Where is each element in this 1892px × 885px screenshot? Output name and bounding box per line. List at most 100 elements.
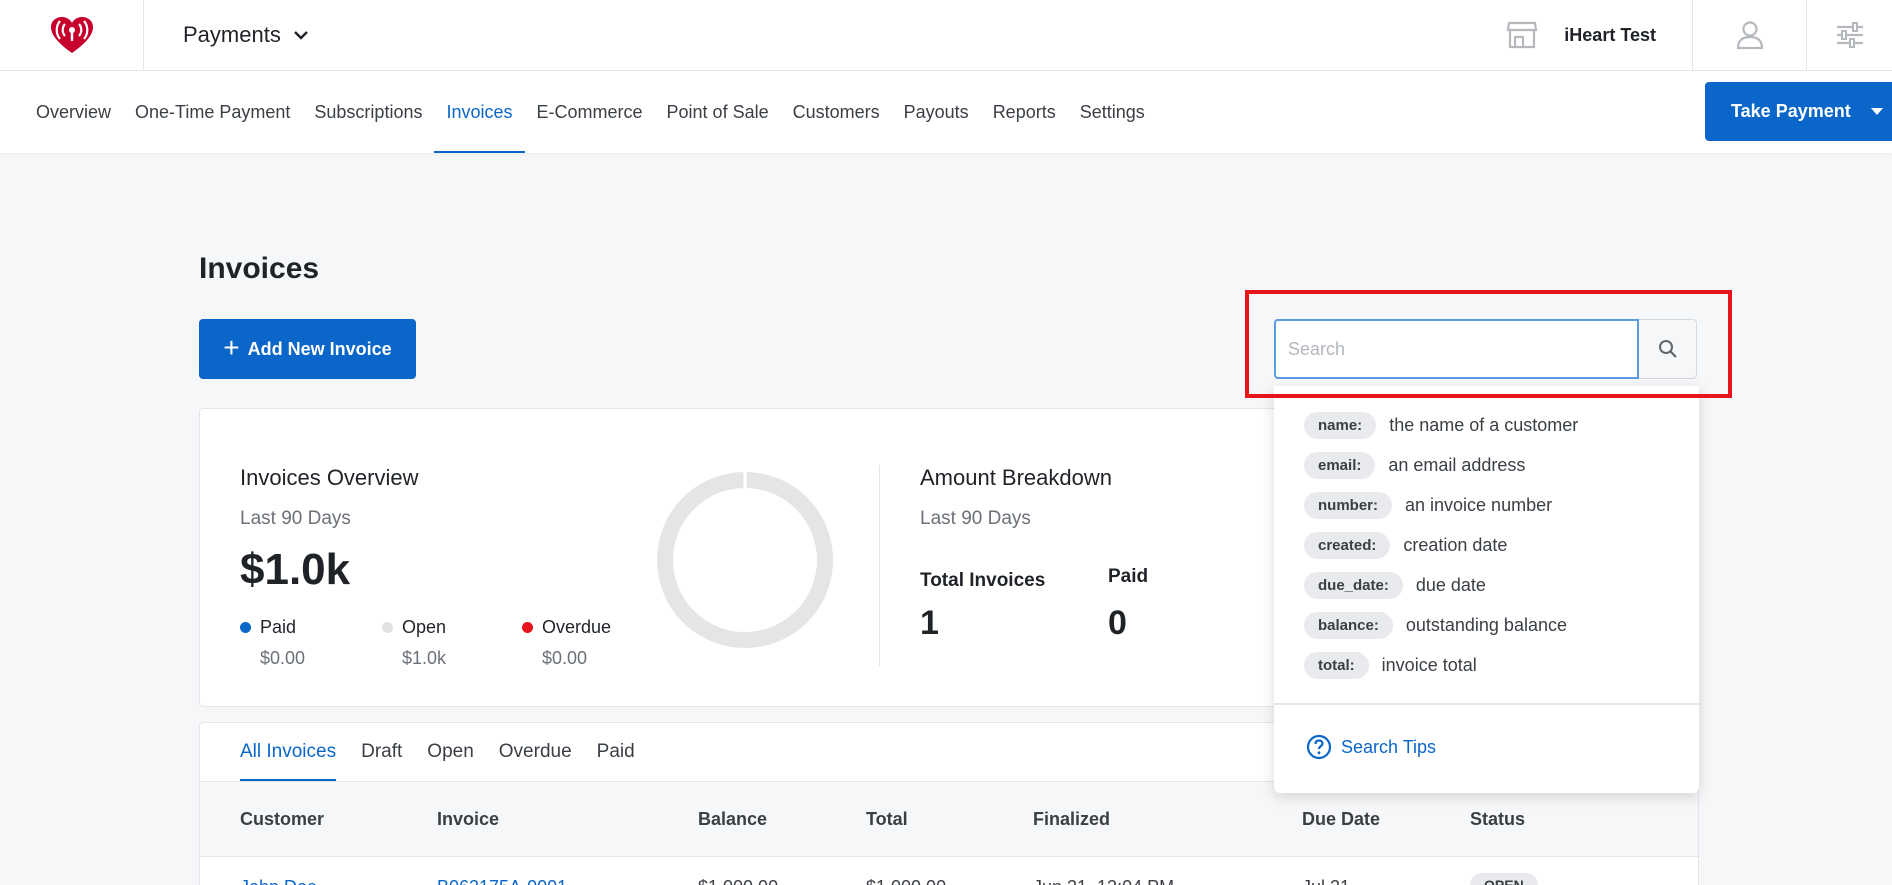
tip-key: total: bbox=[1304, 651, 1369, 679]
column-header-balance[interactable]: Balance bbox=[698, 782, 767, 856]
tab-open[interactable]: Open bbox=[427, 723, 473, 781]
overdue-dot-icon bbox=[522, 622, 533, 633]
iheart-logo[interactable] bbox=[0, 0, 144, 70]
legend-overdue: Overdue $0.00 bbox=[522, 617, 611, 669]
tip-key: name: bbox=[1304, 411, 1377, 439]
breakdown-title: Amount Breakdown bbox=[920, 465, 1112, 490]
main-nav: Overview One-Time Payment Subscriptions … bbox=[0, 71, 1892, 153]
nav-tab-e-commerce[interactable]: E-Commerce bbox=[525, 71, 655, 153]
tab-paid[interactable]: Paid bbox=[597, 723, 635, 781]
search-tip-created[interactable]: created: creation date bbox=[1304, 530, 1507, 560]
tab-all-invoices[interactable]: All Invoices bbox=[240, 723, 337, 781]
dropdown-divider bbox=[1274, 703, 1699, 705]
column-header-finalized[interactable]: Finalized bbox=[1033, 782, 1110, 856]
cell-customer[interactable]: John Doe bbox=[240, 877, 317, 885]
invoices-donut-chart bbox=[657, 471, 833, 648]
take-payment-button[interactable]: Take Payment bbox=[1705, 82, 1892, 141]
account-name: iHeart Test bbox=[1564, 24, 1656, 45]
legend-open: Open $1.0k bbox=[382, 617, 446, 669]
cell-invoice[interactable]: B063175A-0001 bbox=[437, 877, 567, 885]
search-tip-due-date[interactable]: due_date: due date bbox=[1304, 570, 1486, 600]
iheart-logo-icon bbox=[50, 17, 93, 53]
column-header-customer[interactable]: Customer bbox=[240, 782, 324, 856]
search-tip-name[interactable]: name: the name of a customer bbox=[1304, 410, 1578, 440]
legend-paid: Paid $0.00 bbox=[240, 617, 305, 669]
nav-tabs: Overview One-Time Payment Subscriptions … bbox=[24, 71, 1157, 153]
cell-due-date: Jul 21 bbox=[1302, 877, 1350, 885]
search-tip-number[interactable]: number: an invoice number bbox=[1304, 490, 1552, 520]
stat-label: Total Invoices bbox=[920, 570, 1046, 591]
tip-description: due date bbox=[1415, 574, 1486, 595]
legend-value: $1.0k bbox=[402, 648, 447, 668]
card-divider bbox=[879, 465, 880, 666]
stat-value: 0 bbox=[1108, 604, 1127, 642]
caret-down-icon bbox=[1870, 108, 1883, 115]
profile-button[interactable] bbox=[1692, 0, 1806, 70]
account-switcher[interactable]: iHeart Test bbox=[1506, 0, 1656, 70]
tip-description: an invoice number bbox=[1405, 494, 1553, 515]
column-header-due-date[interactable]: Due Date bbox=[1302, 782, 1380, 856]
tip-key: email: bbox=[1304, 451, 1376, 479]
stat-label: Paid bbox=[1108, 566, 1149, 587]
legend-label: Overdue bbox=[542, 617, 612, 637]
nav-tab-payouts[interactable]: Payouts bbox=[892, 71, 981, 153]
settings-button[interactable] bbox=[1806, 0, 1892, 70]
app-switcher[interactable]: Payments bbox=[183, 0, 309, 70]
tip-description: the name of a customer bbox=[1389, 414, 1579, 435]
add-new-invoice-button[interactable]: + Add New Invoice bbox=[199, 319, 416, 379]
open-dot-icon bbox=[382, 622, 393, 633]
stat-paid: Paid 0 bbox=[1108, 566, 1148, 643]
page-title: Invoices bbox=[199, 252, 320, 285]
tab-overdue[interactable]: Overdue bbox=[499, 723, 572, 781]
tip-key: created: bbox=[1304, 531, 1391, 559]
chevron-down-icon bbox=[293, 31, 308, 40]
column-header-total[interactable]: Total bbox=[866, 782, 908, 856]
sliders-icon bbox=[1836, 22, 1863, 48]
legend-label: Paid bbox=[260, 617, 297, 637]
tip-description: invoice total bbox=[1381, 654, 1477, 675]
nav-tab-invoices[interactable]: Invoices bbox=[434, 71, 525, 153]
column-header-status[interactable]: Status bbox=[1470, 782, 1525, 856]
table-row[interactable]: John Doe B063175A-0001 $1,000.00 $1,000.… bbox=[200, 857, 1698, 885]
search-tip-balance[interactable]: balance: outstanding balance bbox=[1304, 610, 1567, 640]
cell-balance: $1,000.00 bbox=[698, 877, 778, 885]
stat-total-invoices: Total Invoices 1 bbox=[920, 570, 1045, 643]
nav-tab-settings[interactable]: Settings bbox=[1068, 71, 1157, 153]
top-bar: Payments iHeart Test bbox=[0, 0, 1892, 71]
overview-subtitle: Last 90 Days bbox=[240, 508, 351, 529]
stat-value: 1 bbox=[920, 604, 939, 642]
tip-key: due_date: bbox=[1304, 571, 1403, 599]
tab-draft[interactable]: Draft bbox=[361, 723, 402, 781]
status-badge: OPEN bbox=[1470, 873, 1538, 885]
search-tips-link[interactable]: Search Tips bbox=[1306, 734, 1436, 760]
user-icon bbox=[1736, 21, 1763, 50]
tip-description: outstanding balance bbox=[1405, 614, 1567, 635]
nav-tab-subscriptions[interactable]: Subscriptions bbox=[302, 71, 434, 153]
tip-description: an email address bbox=[1388, 454, 1526, 475]
paid-dot-icon bbox=[240, 622, 251, 633]
legend-value: $0.00 bbox=[260, 648, 306, 668]
search-tips-dropdown: name: the name of a customer email: an e… bbox=[1274, 386, 1699, 793]
search-tips-label: Search Tips bbox=[1341, 736, 1437, 757]
tip-key: number: bbox=[1304, 491, 1392, 519]
search-tip-email[interactable]: email: an email address bbox=[1304, 450, 1525, 480]
legend-label: Open bbox=[402, 617, 447, 637]
highlight-box bbox=[1245, 290, 1732, 398]
take-payment-label: Take Payment bbox=[1731, 101, 1851, 121]
store-icon bbox=[1507, 21, 1538, 49]
nav-tab-customers[interactable]: Customers bbox=[781, 71, 892, 153]
nav-tab-reports[interactable]: Reports bbox=[981, 71, 1068, 153]
overview-title: Invoices Overview bbox=[240, 465, 419, 490]
nav-tab-one-time-payment[interactable]: One-Time Payment bbox=[123, 71, 302, 153]
nav-tab-overview[interactable]: Overview bbox=[24, 71, 123, 153]
cell-total: $1,000.00 bbox=[866, 877, 946, 885]
help-circle-icon bbox=[1306, 734, 1332, 760]
app-name: Payments bbox=[183, 22, 281, 47]
nav-tab-point-of-sale[interactable]: Point of Sale bbox=[655, 71, 781, 153]
tip-key: balance: bbox=[1304, 611, 1393, 639]
add-new-invoice-label: Add New Invoice bbox=[247, 338, 392, 359]
column-header-invoice[interactable]: Invoice bbox=[437, 782, 499, 856]
search-tip-total[interactable]: total: invoice total bbox=[1304, 650, 1477, 680]
overview-total: $1.0k bbox=[240, 545, 351, 594]
tip-description: creation date bbox=[1403, 534, 1508, 555]
